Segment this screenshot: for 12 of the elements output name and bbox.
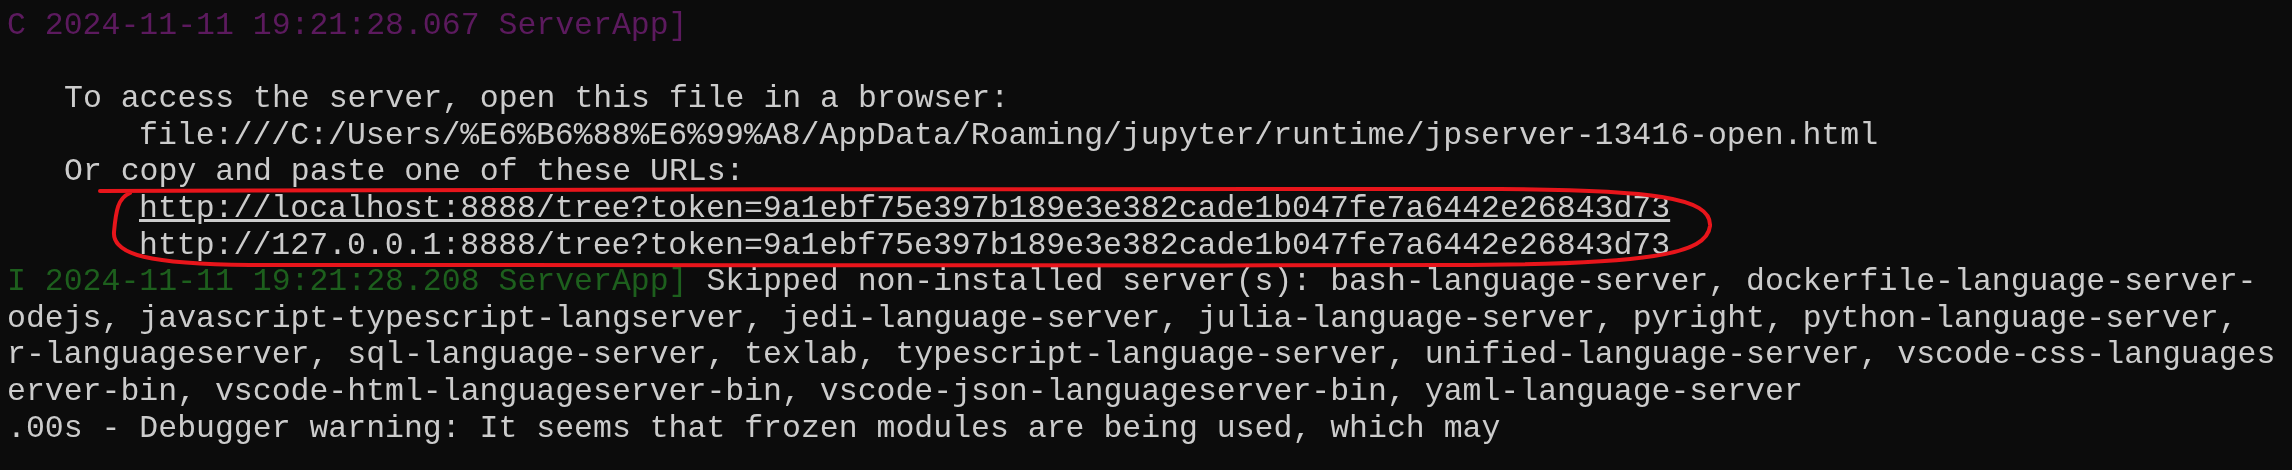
terminal-text: file:///C:/Users/%E6%B6%88%E6%99%A8/AppData/Roaming/jupyter/runtime/jpserver-13416-open.html: [139, 117, 1879, 153]
terminal-text: odejs, javascript-typescript-langserver, jedi-language-server, julia-language-server, pyright, python-language-server,: [7, 300, 2238, 336]
log-prefix: C 2024-11-11 19:21:28.067 ServerApp]: [7, 8, 688, 43]
terminal-text: Or copy and paste one of these URLs:: [64, 154, 745, 190]
terminal-text: Skipped non-installed server(s): bash-language-server, dockerfile-language-server-: [706, 264, 2257, 300]
log-prefix: I 2024-11-11 19:21:28.208 ServerApp]: [7, 264, 688, 300]
url-link[interactable]: http://localhost:8888/tree?token=9a1ebf75e397b189e3e382cade1b047fe7a6442e26843d73: [139, 190, 1671, 226]
terminal-text: erver-bin, vscode-html-languageserver-bin, vscode-json-languageserver-bin, yaml-language-server: [7, 373, 1803, 409]
terminal-text: r-languageserver, sql-language-server, texlab, typescript-language-server, unified-language-server, vscode-css-languages: [7, 337, 2276, 373]
terminal-text: To access the server, open this file in a browser:: [64, 81, 1010, 117]
terminal-text: .00s - Debugger warning: It seems that frozen modules are being used, which may: [7, 410, 1501, 446]
terminal-text: http://127.0.0.1:8888/tree?token=9a1ebf75e397b189e3e382cade1b047fe7a6442e26843d73: [139, 227, 1671, 263]
